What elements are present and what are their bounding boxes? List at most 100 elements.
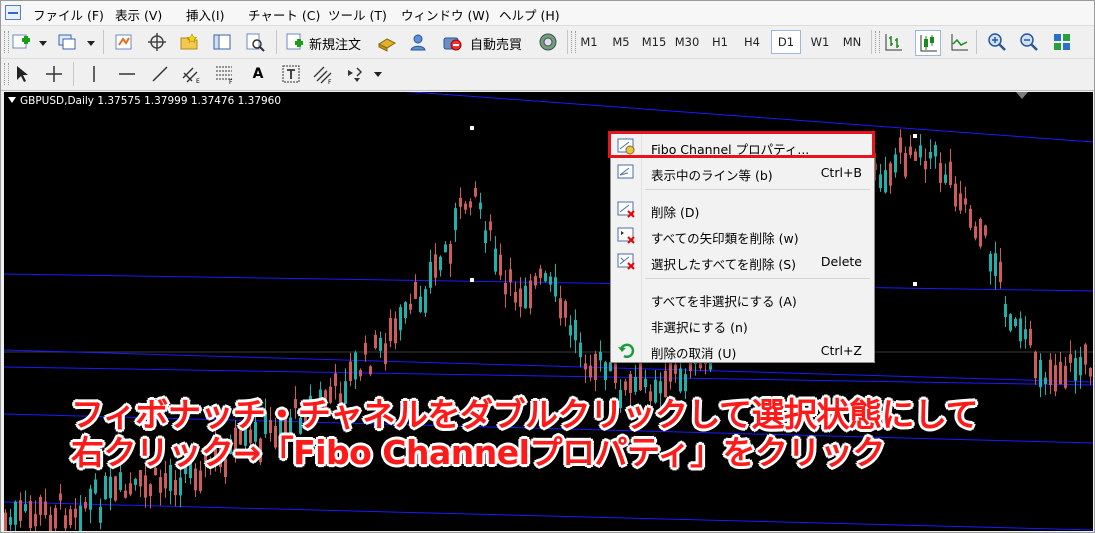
vertical-line-icon[interactable] (83, 63, 105, 85)
candle-body (1004, 303, 1007, 318)
candle-body (124, 490, 127, 498)
timeframe-h4[interactable]: H4 (740, 30, 764, 54)
menu-undo-delete[interactable]: 削除の取消 (U) Ctrl+Z (611, 338, 874, 362)
zoom-out-icon[interactable] (1018, 31, 1040, 53)
favorites-folder-icon[interactable] (178, 31, 200, 53)
candle-body (514, 292, 517, 303)
tile-windows-icon[interactable] (1051, 31, 1073, 53)
candle-body (589, 365, 592, 378)
candle-body (29, 501, 32, 529)
new-order-icon[interactable] (284, 31, 306, 53)
cursor-arrow-icon[interactable] (11, 63, 33, 85)
candle-body (644, 378, 647, 388)
timeframe-w1[interactable]: W1 (807, 30, 833, 54)
menu-objects-list[interactable]: 表示中のライン等 (b) Ctrl+B (611, 160, 874, 184)
market-watch-icon[interactable] (113, 31, 135, 53)
profiles-icon[interactable] (56, 31, 78, 53)
candlestick-chart-icon[interactable] (915, 30, 941, 56)
candle-body (489, 221, 492, 231)
candle-body (144, 475, 147, 498)
candle-body (564, 301, 567, 318)
chart-toolbar-grip[interactable] (875, 31, 880, 53)
fibo-channel-icon[interactable]: F (312, 63, 334, 85)
selection-handle[interactable] (470, 278, 474, 282)
timeframe-mn[interactable]: MN (838, 30, 866, 54)
candle-body (359, 370, 362, 377)
menu-insert[interactable]: 挿入(I) (186, 5, 224, 24)
timeframe-d1[interactable]: D1 (771, 30, 801, 54)
menu-delete[interactable]: 削除 (D) (611, 197, 874, 221)
menu-chart[interactable]: チャート (C) (248, 5, 320, 24)
menu-window[interactable]: ウィンドウ (W) (401, 5, 490, 24)
profiles-dropdown-icon[interactable] (87, 41, 95, 46)
candle-body (64, 515, 67, 529)
candle-body (974, 226, 977, 239)
timeframe-m5[interactable]: M5 (609, 30, 633, 54)
horizontal-line-icon[interactable] (116, 63, 138, 85)
fibo-channel-line[interactable] (4, 501, 1093, 531)
menu-deselect[interactable]: 非選択にする (n) (611, 312, 874, 336)
menu-delete-all-arrows[interactable]: すべての矢印類を削除 (w) (611, 223, 874, 247)
menu-help[interactable]: ヘルプ (H) (499, 5, 560, 24)
metaeditor-icon[interactable] (537, 31, 559, 53)
candle-body (929, 152, 932, 159)
fibo-channel-line[interactable] (4, 349, 1093, 383)
gold-bars-icon[interactable] (376, 31, 398, 53)
selection-handle[interactable] (470, 126, 474, 130)
timeframe-h1[interactable]: H1 (708, 30, 732, 54)
candle-body (534, 276, 537, 286)
new-chart-dropdown-icon[interactable] (39, 41, 47, 46)
arrows-icon[interactable] (345, 63, 367, 85)
candle-body (479, 202, 482, 210)
new-order-button[interactable]: 新規注文 (309, 34, 361, 53)
candle-body (94, 479, 97, 494)
candle-body (934, 145, 937, 157)
line-chart-icon[interactable] (948, 31, 970, 53)
toolbar-grip[interactable] (4, 31, 9, 53)
text-label-icon[interactable] (280, 63, 302, 85)
timeframe-m1[interactable]: M1 (577, 30, 601, 54)
fibo-retracement-icon[interactable]: F (214, 63, 236, 85)
timeframe-toolbar-grip[interactable] (571, 31, 576, 53)
arrows-dropdown-icon[interactable] (374, 72, 382, 77)
bar-chart-icon[interactable] (882, 31, 904, 53)
drawing-toolbar-grip[interactable] (4, 63, 9, 85)
new-chart-icon[interactable] (11, 31, 33, 53)
candle-body (914, 151, 917, 161)
fibo-channel-line[interactable] (4, 273, 1093, 292)
trendline-icon[interactable] (149, 63, 171, 85)
candle-body (709, 362, 712, 370)
candle-body (1034, 351, 1037, 379)
selection-handle[interactable] (913, 282, 917, 286)
candle-body (164, 473, 167, 489)
selection-handle[interactable] (913, 134, 917, 138)
crosshair-icon[interactable] (43, 63, 65, 85)
chart-symbol-text: GBPUSD,Daily 1.37575 1.37999 1.37476 1.3… (20, 95, 282, 107)
menu-tools[interactable]: ツール (T) (328, 5, 387, 24)
candle-body (174, 480, 177, 496)
strategy-tester-icon[interactable] (244, 31, 266, 53)
auto-trading-button[interactable]: 自動売買 (470, 34, 522, 53)
menu-deselect-all[interactable]: すべてを非選択にする (A) (611, 286, 874, 310)
timeframe-m30[interactable]: M30 (673, 30, 701, 54)
menu-view[interactable]: 表示 (V) (115, 5, 162, 24)
timeframe-m15[interactable]: M15 (640, 30, 668, 54)
auto-trading-icon[interactable] (441, 31, 463, 53)
candle-body (459, 197, 462, 207)
candle-body (89, 488, 92, 510)
candle-body (1079, 357, 1082, 376)
zoom-in-icon[interactable] (986, 31, 1008, 53)
app-logo-icon (5, 5, 21, 20)
terminal-icon[interactable] (211, 31, 233, 53)
chart-shift-marker[interactable] (1016, 92, 1028, 99)
fibo-channel-line[interactable] (4, 366, 1093, 386)
menu-delete-all-selected[interactable]: 選択したすべてを削除 (S) Delete (611, 249, 874, 273)
menu-fibo-channel-properties[interactable]: Fibo Channel プロパティ... (611, 134, 874, 158)
crosshair-nav-icon[interactable] (146, 31, 168, 53)
equidistant-channel-icon[interactable]: E (181, 63, 203, 85)
signals-icon[interactable] (408, 31, 430, 53)
candle-body (1064, 365, 1067, 388)
menu-file[interactable]: ファイル (F) (33, 5, 104, 24)
text-tool-icon[interactable]: A (247, 63, 269, 85)
candle-body (599, 351, 602, 361)
